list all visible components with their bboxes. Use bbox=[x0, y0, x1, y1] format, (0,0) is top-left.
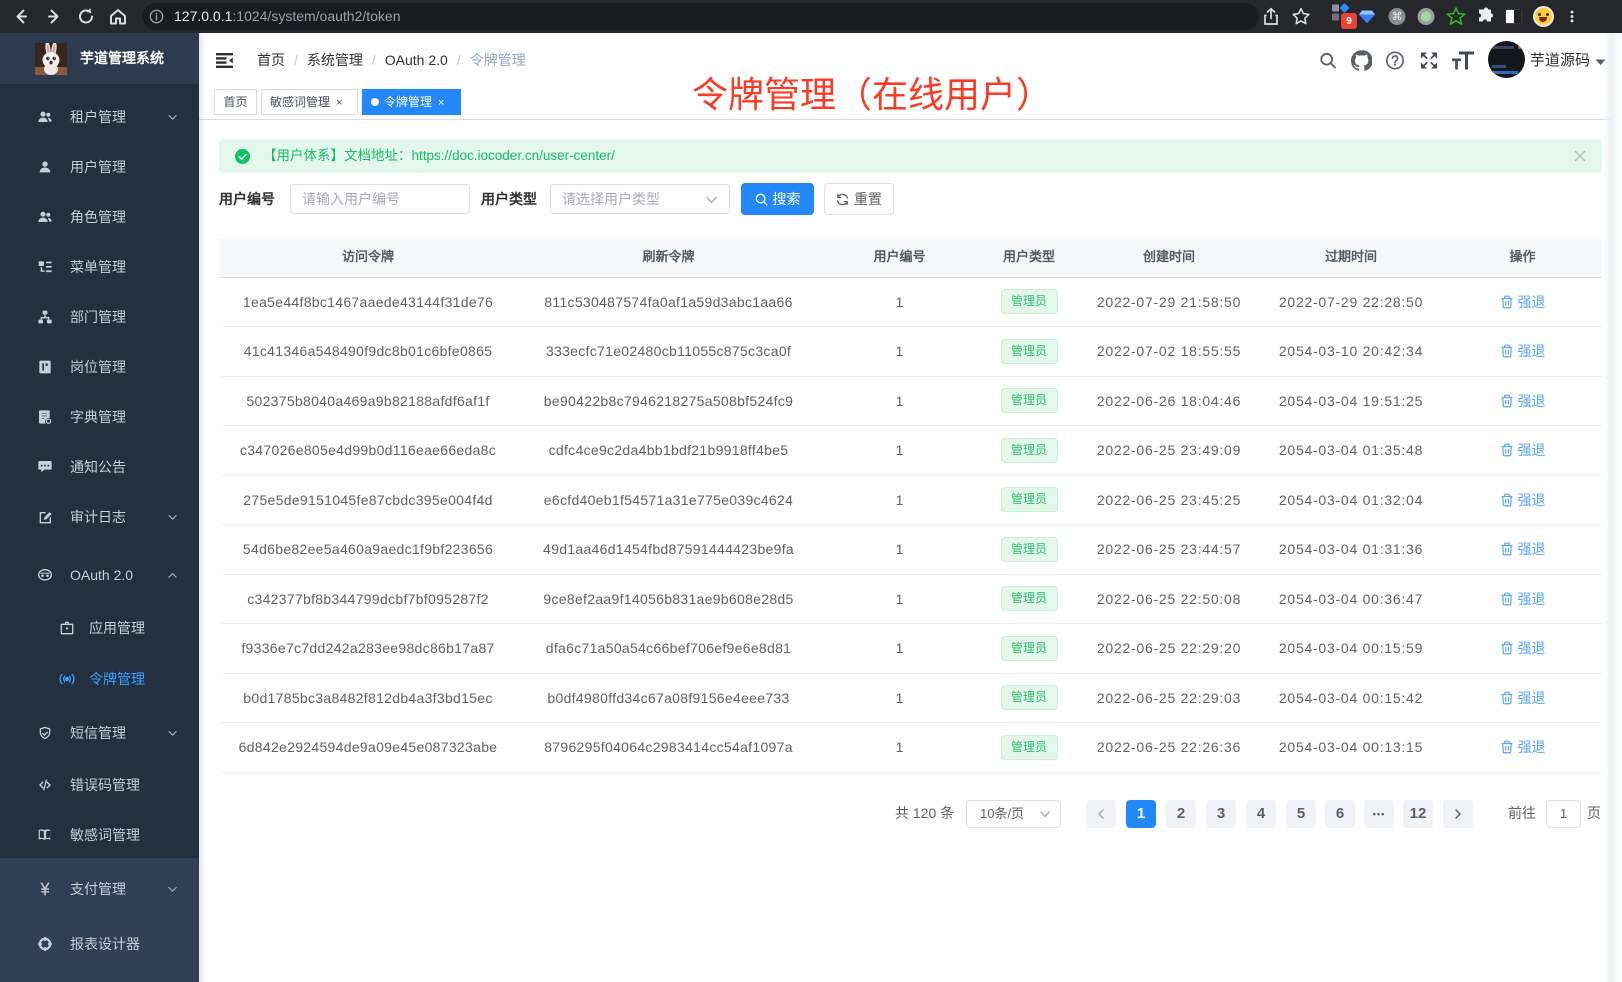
svg-text:⌘: ⌘ bbox=[1392, 11, 1403, 23]
